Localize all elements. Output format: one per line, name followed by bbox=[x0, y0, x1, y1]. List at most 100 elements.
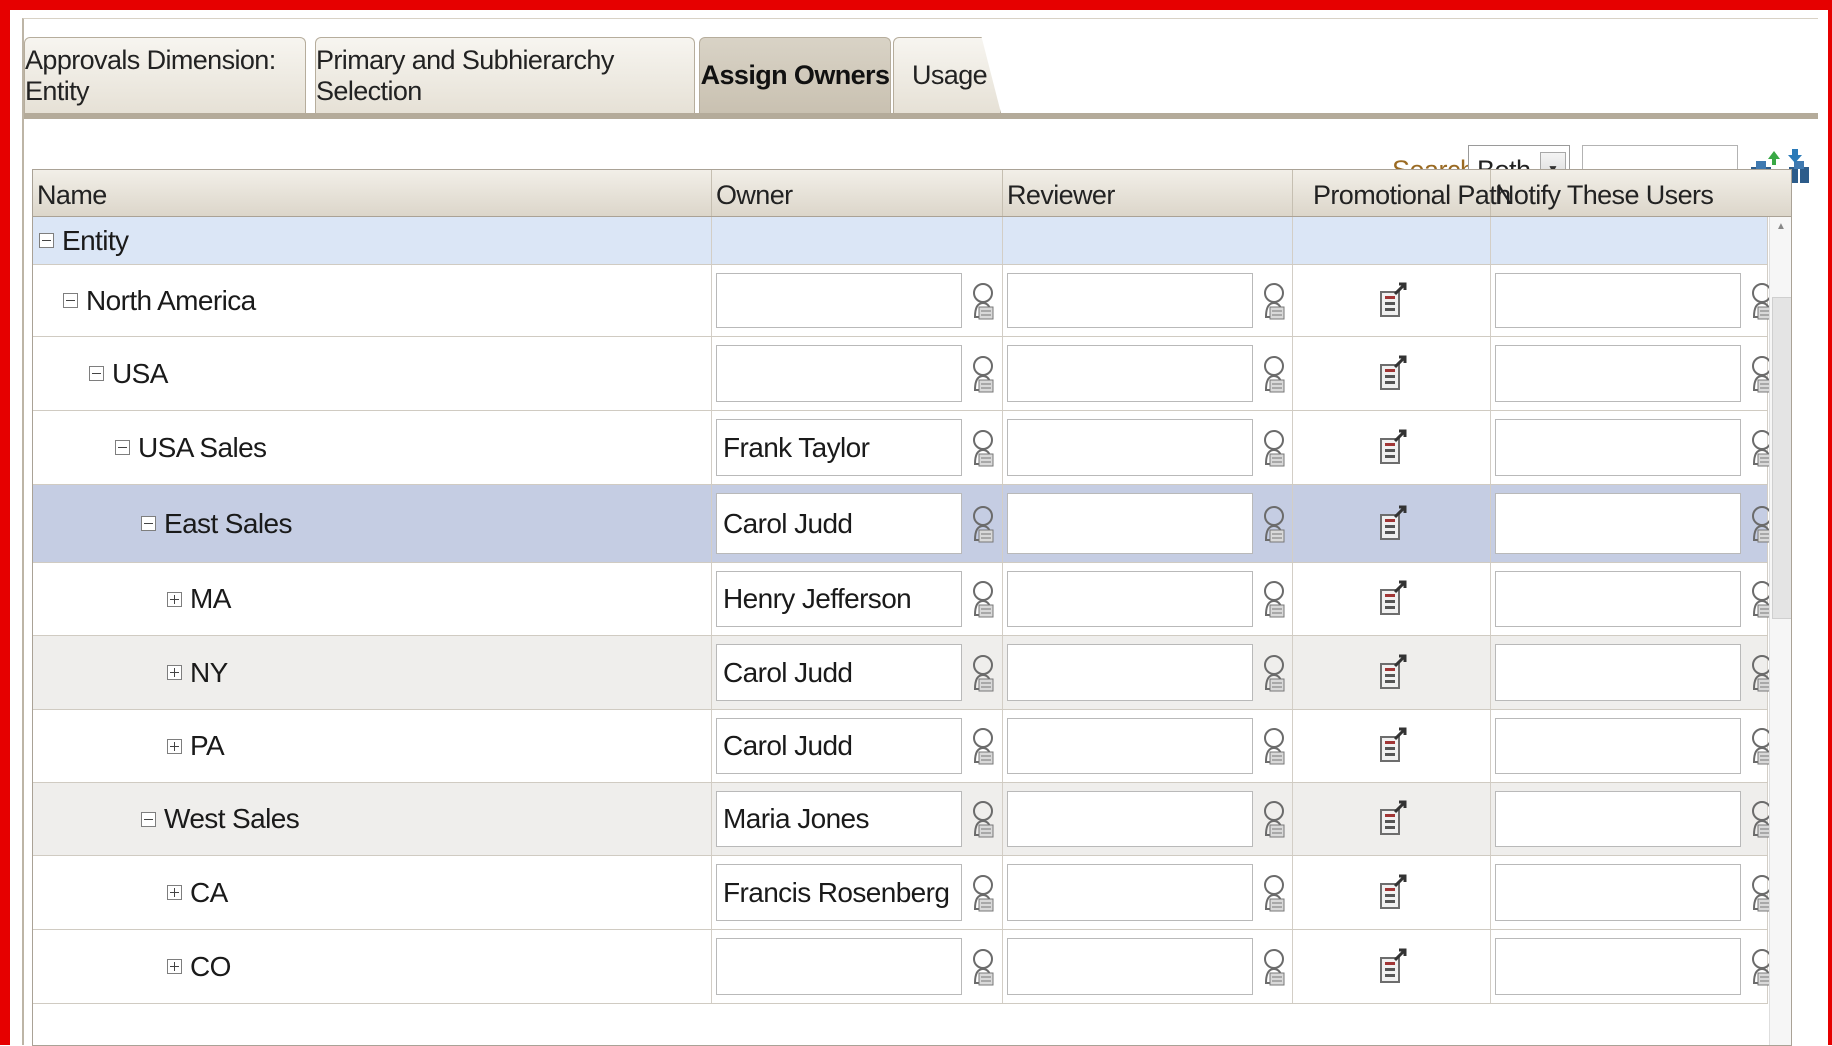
user-lookup-icon[interactable] bbox=[970, 504, 996, 544]
tab-primary-subhierarchy[interactable]: Primary and Subhierarchy Selection bbox=[315, 37, 695, 113]
user-lookup-icon[interactable] bbox=[1261, 579, 1287, 619]
scroll-up-icon[interactable]: ▲ bbox=[1776, 221, 1786, 232]
notify-users-field[interactable] bbox=[1495, 791, 1741, 847]
tab-assign-owners[interactable]: Assign Owners bbox=[699, 37, 891, 113]
tree-collapse-icon[interactable] bbox=[89, 366, 104, 381]
reviewer-field[interactable] bbox=[1007, 345, 1253, 402]
promotional-path-icon[interactable] bbox=[1379, 580, 1407, 618]
reviewer-field[interactable] bbox=[1007, 644, 1253, 701]
tree-node-label[interactable]: West Sales bbox=[164, 803, 300, 835]
owner-field[interactable]: Carol Judd bbox=[716, 718, 962, 774]
scrollbar-thumb[interactable] bbox=[1772, 297, 1791, 619]
promotional-path-icon[interactable] bbox=[1379, 874, 1407, 912]
owner-field[interactable]: Henry Jefferson bbox=[716, 571, 962, 627]
promotional-path-icon[interactable] bbox=[1379, 355, 1407, 393]
table-row[interactable]: CO bbox=[33, 930, 1773, 1004]
owner-field[interactable]: Francis Rosenberg bbox=[716, 864, 962, 921]
notify-users-field[interactable] bbox=[1495, 493, 1741, 554]
tree-collapse-icon[interactable] bbox=[141, 811, 156, 827]
reviewer-field[interactable] bbox=[1007, 864, 1253, 921]
tree-node-label[interactable]: CA bbox=[190, 877, 228, 909]
tree-node-label[interactable]: CO bbox=[190, 951, 231, 983]
owner-field[interactable]: Frank Taylor bbox=[716, 419, 962, 476]
table-row[interactable]: NY Carol Judd bbox=[33, 636, 1773, 710]
column-header-notify[interactable]: Notify These Users bbox=[1491, 170, 1781, 216]
tree-node-label[interactable]: North America bbox=[86, 285, 256, 317]
user-lookup-icon[interactable] bbox=[1261, 653, 1287, 693]
table-row[interactable]: West Sales Maria Jones bbox=[33, 783, 1773, 856]
user-lookup-icon[interactable] bbox=[1261, 354, 1287, 394]
vertical-scrollbar[interactable]: ▲ bbox=[1769, 217, 1791, 1045]
reviewer-field[interactable] bbox=[1007, 791, 1253, 847]
user-lookup-icon[interactable] bbox=[970, 947, 996, 987]
tree-expand-icon[interactable] bbox=[167, 591, 182, 607]
user-lookup-icon[interactable] bbox=[1261, 726, 1287, 766]
reviewer-field[interactable] bbox=[1007, 718, 1253, 774]
tree-collapse-icon[interactable] bbox=[63, 293, 78, 308]
tree-expand-icon[interactable] bbox=[167, 665, 182, 680]
owner-field[interactable]: Maria Jones bbox=[716, 791, 962, 847]
promotional-path-icon[interactable] bbox=[1379, 654, 1407, 692]
table-row[interactable]: North America bbox=[33, 265, 1773, 337]
table-row[interactable]: USA Sales Frank Taylor bbox=[33, 411, 1773, 485]
promotional-path-icon[interactable] bbox=[1379, 505, 1407, 543]
user-lookup-icon[interactable] bbox=[1261, 947, 1287, 987]
user-lookup-icon[interactable] bbox=[970, 354, 996, 394]
notify-users-field[interactable] bbox=[1495, 644, 1741, 701]
user-lookup-icon[interactable] bbox=[970, 873, 996, 913]
promotional-path-icon[interactable] bbox=[1379, 282, 1407, 320]
column-header-owner[interactable]: Owner bbox=[712, 170, 1003, 216]
tree-collapse-icon[interactable] bbox=[141, 516, 156, 531]
promotional-path-icon[interactable] bbox=[1379, 948, 1407, 986]
table-row[interactable]: USA bbox=[33, 337, 1773, 411]
user-lookup-icon[interactable] bbox=[1261, 281, 1287, 321]
notify-users-field[interactable] bbox=[1495, 273, 1741, 328]
user-lookup-icon[interactable] bbox=[1261, 873, 1287, 913]
tree-expand-icon[interactable] bbox=[167, 959, 182, 974]
owner-field[interactable] bbox=[716, 345, 962, 402]
tree-collapse-icon[interactable] bbox=[115, 440, 130, 455]
table-row[interactable]: East Sales Carol Judd bbox=[33, 485, 1773, 563]
user-lookup-icon[interactable] bbox=[970, 281, 996, 321]
tab-approvals-dimension[interactable]: Approvals Dimension: Entity bbox=[24, 37, 306, 113]
user-lookup-icon[interactable] bbox=[970, 726, 996, 766]
notify-users-field[interactable] bbox=[1495, 938, 1741, 995]
reviewer-field[interactable] bbox=[1007, 419, 1253, 476]
user-lookup-icon[interactable] bbox=[1261, 799, 1287, 839]
tree-node-label[interactable]: USA Sales bbox=[138, 432, 267, 464]
tab-usage[interactable]: Usage bbox=[893, 37, 1001, 113]
reviewer-field[interactable] bbox=[1007, 273, 1253, 328]
column-header-promotional-path[interactable]: Promotional Path bbox=[1293, 170, 1511, 216]
table-row[interactable]: PA Carol Judd bbox=[33, 710, 1773, 783]
notify-users-field[interactable] bbox=[1495, 571, 1741, 627]
table-row[interactable]: MA Henry Jefferson bbox=[33, 563, 1773, 636]
notify-users-field[interactable] bbox=[1495, 345, 1741, 402]
table-row[interactable]: CA Francis Rosenberg bbox=[33, 856, 1773, 930]
tree-node-label[interactable]: Entity bbox=[62, 225, 129, 257]
owner-field[interactable] bbox=[716, 273, 962, 328]
column-header-name[interactable]: Name bbox=[33, 170, 712, 216]
promotional-path-icon[interactable] bbox=[1379, 800, 1407, 838]
notify-users-field[interactable] bbox=[1495, 864, 1741, 921]
tree-node-label[interactable]: USA bbox=[112, 358, 168, 390]
user-lookup-icon[interactable] bbox=[970, 428, 996, 468]
tree-node-label[interactable]: MA bbox=[190, 583, 231, 615]
owner-field[interactable]: Carol Judd bbox=[716, 644, 962, 701]
user-lookup-icon[interactable] bbox=[970, 799, 996, 839]
table-row[interactable]: Entity bbox=[33, 217, 1768, 265]
notify-users-field[interactable] bbox=[1495, 419, 1741, 476]
notify-users-field[interactable] bbox=[1495, 718, 1741, 774]
tree-node-label[interactable]: East Sales bbox=[164, 508, 292, 540]
reviewer-field[interactable] bbox=[1007, 571, 1253, 627]
reviewer-field[interactable] bbox=[1007, 938, 1253, 995]
user-lookup-icon[interactable] bbox=[1261, 504, 1287, 544]
owner-field[interactable] bbox=[716, 938, 962, 995]
user-lookup-icon[interactable] bbox=[1261, 428, 1287, 468]
promotional-path-icon[interactable] bbox=[1379, 429, 1407, 467]
owner-field[interactable]: Carol Judd bbox=[716, 493, 962, 554]
promotional-path-icon[interactable] bbox=[1379, 727, 1407, 765]
tree-expand-icon[interactable] bbox=[167, 738, 182, 754]
column-header-reviewer[interactable]: Reviewer bbox=[1003, 170, 1293, 216]
user-lookup-icon[interactable] bbox=[970, 579, 996, 619]
tree-expand-icon[interactable] bbox=[167, 885, 182, 900]
